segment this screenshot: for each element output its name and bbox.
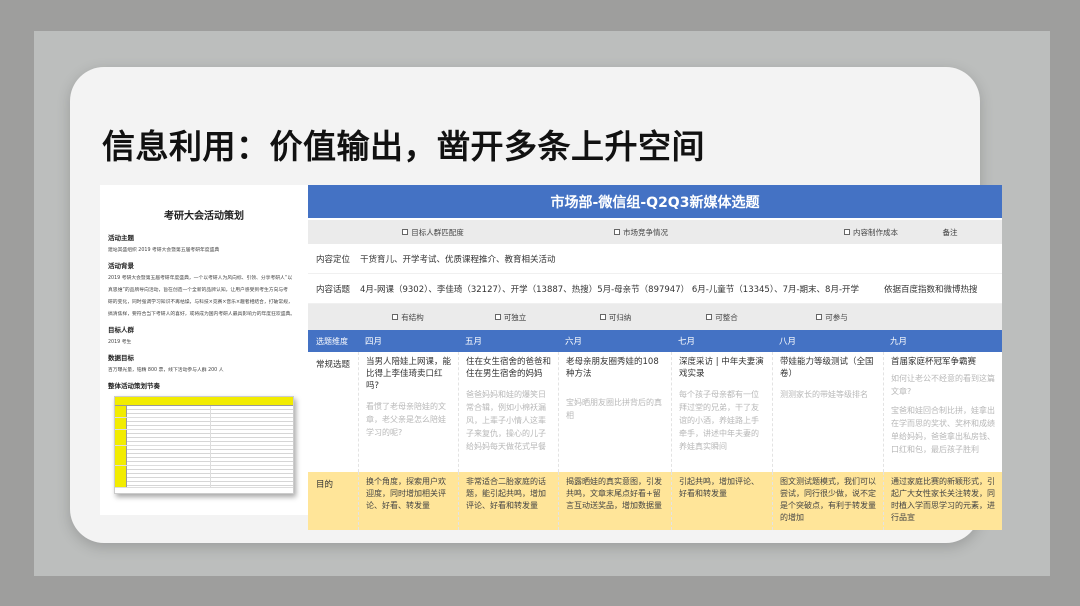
row-label: 内容话题 bbox=[316, 284, 351, 295]
document-title: 考研大会活动策划 bbox=[164, 211, 244, 222]
topic-cell: 当男人陪娃上网课，能比得上李佳琦卖口红吗? 看惯了老母亲陪娃的文章，老父亲是怎么… bbox=[358, 352, 458, 472]
section-text: 2019 考研大会暨第五届考研年度盛典，一个以考研人为风向标、引领、分享考研人“… bbox=[108, 276, 293, 281]
section-heading: 数据目标 bbox=[108, 354, 134, 362]
topic-title: 老母亲朋友圈秀娃的108种方法 bbox=[566, 357, 659, 379]
schedule-table-thumbnail bbox=[114, 396, 294, 494]
purpose-cell: 图文测试题模式，我们可以尝试，同行很少做，说不定是个突破点，有利于转发量的增加 bbox=[772, 472, 883, 530]
topic-cell: 住在女生宿舍的爸爸和住在男生宿舍的妈妈 爸爸妈妈和娃的爆笑日常合辑，例如小棉袄漏… bbox=[458, 352, 558, 472]
table-title: 市场部-微信组-Q2Q3新媒体选题 bbox=[308, 185, 1002, 218]
month-header: 七月 bbox=[678, 337, 696, 347]
topic-title: 当男人陪娃上网课，能比得上李佳琦卖口红吗? bbox=[366, 357, 452, 391]
positioning-row: 内容定位 干货育儿、开学考试、优质课程推介、教育相关活动 bbox=[308, 244, 1002, 274]
checkbox-icon bbox=[599, 314, 606, 320]
section-heading: 活动主题 bbox=[108, 234, 134, 242]
remarks-header: 备注 bbox=[942, 227, 958, 237]
criteria-checkbox[interactable]: 目标人群匹配度 bbox=[402, 227, 464, 238]
purpose-cell: 换个角度，探索用户欢迎度，同时增加相关评论、好看、转发量 bbox=[358, 472, 458, 530]
topic-title: 首届家庭杯冠军争霸赛 bbox=[891, 357, 977, 367]
section-text: 百万曝光量，铂精 800 票，线下活动参与人群 200 人 bbox=[108, 368, 224, 373]
criteria-checkbox[interactable]: 可归纳 bbox=[599, 312, 631, 323]
purpose-row: 目的 换个角度，探索用户欢迎度，同时增加相关评论、好看、转发量 非常适合二胎家庭… bbox=[308, 472, 1002, 530]
topic-description: 如何让老公不经意的看到这篇文章? bbox=[891, 374, 995, 396]
section-text: 建站其盛组织 2019 考研大会暨第五届考研年度盛典 bbox=[108, 248, 220, 253]
criteria-checkbox[interactable]: 内容制作成本 bbox=[844, 227, 898, 238]
activity-plan-document: 考研大会活动策划 活动主题 建站其盛组织 2019 考研大会暨第五届考研年度盛典… bbox=[100, 185, 308, 515]
section-heading: 目标人群 bbox=[108, 326, 134, 334]
checkbox-icon bbox=[614, 229, 620, 235]
topic-description: 爸爸妈妈和娃的爆笑日常合辑，例如小棉袄漏风，上辈子小情人这辈子来复仇，操心的儿子… bbox=[466, 390, 546, 451]
section-text: 2019 考生 bbox=[108, 340, 132, 345]
media-topics-table: 市场部-微信组-Q2Q3新媒体选题 目标人群匹配度 市场竞争情况 内容制作成本 … bbox=[308, 185, 1002, 530]
section-heading: 活动背景 bbox=[108, 262, 134, 270]
criteria-row: 目标人群匹配度 市场竞争情况 内容制作成本 备注 bbox=[308, 220, 1002, 244]
purpose-cell: 引起共鸣，增加评论、好看和转发量 bbox=[671, 472, 772, 530]
row-label: 选题维度 bbox=[316, 336, 348, 346]
topic-cell: 深度采访 | 中年夫妻演戏实录 每个孩子母亲都有一位拜过堂的兄弟，干了友谊的小酒… bbox=[671, 352, 772, 472]
purpose-cell: 通过家庭比赛的新颖形式，引起广大女性家长关注转发，同时植入学而思学习的元素，进行… bbox=[883, 472, 1002, 530]
criteria-checkbox[interactable]: 可参与 bbox=[816, 312, 848, 323]
slide-title: 信息利用：价值输出，凿开多条上升空间 bbox=[102, 127, 705, 166]
criteria-checkbox[interactable]: 市场竞争情况 bbox=[614, 227, 668, 238]
positioning-value: 干货育儿、开学考试、优质课程推介、教育相关活动 bbox=[360, 254, 556, 265]
checkbox-icon bbox=[494, 314, 501, 320]
topic-description: 每个孩子母亲都有一位拜过堂的兄弟，干了友谊的小酒，养娃路上手牵手，讲述中年夫妻的… bbox=[679, 390, 759, 451]
checkbox-icon bbox=[816, 314, 823, 320]
month-header: 九月 bbox=[890, 337, 908, 347]
topic-cell: 老母亲朋友圈秀娃的108种方法 宝妈晒朋友圈比拼背后的真相 bbox=[558, 352, 671, 472]
month-header: 六月 bbox=[565, 337, 583, 347]
hot-topics-remark: 依据百度指数和微博热搜 bbox=[884, 284, 978, 295]
hot-topics-value: 4月-网课（9302）、李佳琦（32127）、开学（13887、热搜）5月-母亲… bbox=[360, 284, 860, 295]
checkbox-icon bbox=[706, 314, 713, 320]
row-label: 常规选题 bbox=[316, 360, 351, 370]
purpose-cell: 揭露晒娃的真实意图，引发共鸣，文章末尾点好看+留言互动送奖品，增加数据量 bbox=[558, 472, 671, 530]
topic-cell: 首届家庭杯冠军争霸赛 如何让老公不经意的看到这篇文章? 宝爸和娃回合制比拼，娃拿… bbox=[883, 352, 1002, 472]
section-text: 研的变化，同时强调学习知识不再枯燥，与科技×竞赛×音乐×趣者相结合，打破常规， bbox=[108, 300, 293, 305]
row-label: 目的 bbox=[316, 480, 334, 490]
regular-topics-row: 常规选题 当男人陪娃上网课，能比得上李佳琦卖口红吗? 看惯了老母亲陪娃的文章，老… bbox=[308, 352, 1002, 472]
section-text: 真思维”的品牌导向活动，旨在创造一个全新的品牌认知，让用户感受到考生方向与考 bbox=[108, 288, 288, 293]
checkbox-icon bbox=[844, 229, 850, 235]
topic-description: 宝妈晒朋友圈比拼背后的真相 bbox=[566, 398, 662, 420]
topic-title: 深度采访 | 中年夫妻演戏实录 bbox=[679, 357, 764, 379]
hot-topics-row: 内容话题 4月-网课（9302）、李佳琦（32127）、开学（13887、热搜）… bbox=[308, 274, 1002, 304]
criteria-checkbox[interactable]: 可整合 bbox=[706, 312, 738, 323]
month-header: 四月 bbox=[365, 337, 383, 347]
criteria-row-2: 有结构 可独立 可归纳 可整合 可参与 bbox=[308, 304, 1002, 330]
topic-title: 带娃能力等级测试（全国卷） bbox=[780, 357, 874, 379]
topic-description: 看惯了老母亲陪娃的文章，老父亲是怎么陪娃学习的呢? bbox=[366, 402, 446, 437]
topic-title: 住在女生宿舍的爸爸和住在男生宿舍的妈妈 bbox=[466, 357, 552, 379]
month-header: 八月 bbox=[779, 337, 797, 347]
row-label: 内容定位 bbox=[316, 254, 351, 265]
criteria-checkbox[interactable]: 可独立 bbox=[494, 312, 526, 323]
section-text: 搞清焦样，要符合当下考研人的喜好，或将成为国内考研人最具影响力的年度狂欢盛典。 bbox=[108, 312, 296, 317]
section-heading: 整体活动策划节奏 bbox=[108, 382, 160, 390]
topic-cell: 带娃能力等级测试（全国卷） 测测家长的带娃等级排名 bbox=[772, 352, 883, 472]
topic-description: 测测家长的带娃等级排名 bbox=[780, 390, 868, 399]
month-header: 五月 bbox=[465, 337, 483, 347]
criteria-checkbox[interactable]: 有结构 bbox=[392, 312, 424, 323]
months-header-row: 选题维度 四月 五月 六月 七月 八月 九月 bbox=[308, 330, 1002, 352]
topic-description: 宝爸和娃回合制比拼，娃拿出在学而思的奖状、奖杯和成绩单给妈妈，爸爸拿出私房钱、口… bbox=[891, 406, 995, 454]
checkbox-icon bbox=[402, 229, 409, 235]
checkbox-icon bbox=[392, 314, 399, 320]
purpose-cell: 非常适合二胎家庭的话题，能引起共鸣，增加评论、好看和转发量 bbox=[458, 472, 558, 530]
